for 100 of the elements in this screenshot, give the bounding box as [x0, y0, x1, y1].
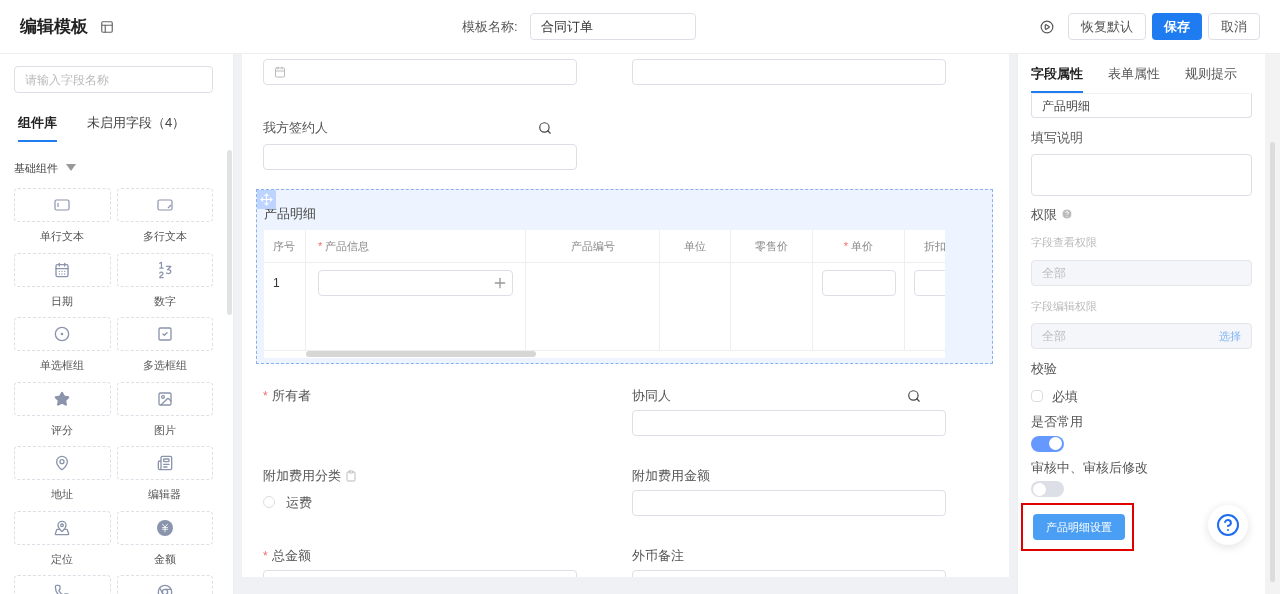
component-label: 数字 [153, 293, 176, 309]
checkbox-icon [156, 326, 173, 342]
component-tile[interactable] [116, 446, 213, 480]
page-title: 编辑模板 [20, 15, 88, 38]
sub-label: 字段查看权限 [1031, 235, 1098, 250]
field-label: 填写说明 [1031, 129, 1084, 147]
calendar-icon [274, 66, 286, 78]
property-tab[interactable]: 规则提示 [1185, 63, 1237, 93]
scrollbar[interactable] [306, 351, 536, 357]
component-label: 定位 [51, 551, 74, 567]
column-title: 零售价 [755, 238, 788, 254]
field-label: 所有者 [271, 386, 311, 405]
component-label: 多选框组 [142, 358, 187, 373]
checkbox-label: 必填 [1052, 387, 1078, 406]
date-field[interactable] [263, 59, 577, 85]
column-title: 折扣 [923, 238, 945, 254]
component-label: 单行文本 [40, 229, 85, 244]
field-label: 校验 [1031, 360, 1058, 378]
preview-icon[interactable] [1040, 19, 1054, 34]
sub-label: 字段编辑权限 [1031, 298, 1098, 314]
table-cell: 1 [273, 276, 280, 290]
template-name-label: 模板名称: [462, 17, 518, 36]
help-icon[interactable] [1216, 513, 1240, 537]
property-tab[interactable]: 表单属性 [1108, 63, 1160, 93]
move-handle-icon[interactable] [257, 189, 276, 209]
product-detail-section[interactable]: 产品明细 序号 * 产品信息 产品编号 单位 零售价 * 单价 折扣 1 [256, 188, 993, 364]
field-label: 总金额 [271, 546, 311, 565]
component-label: 编辑器 [148, 487, 182, 502]
scrollbar[interactable] [227, 150, 232, 315]
column-title: 单价 [851, 238, 874, 254]
action-button[interactable]: 恢复默认 [1068, 13, 1146, 40]
library-tab[interactable]: 未启用字段（4） [87, 113, 186, 142]
component-tile[interactable] [14, 188, 111, 222]
group-label: 基础组件 [14, 160, 58, 176]
yen-coin-icon [156, 519, 173, 536]
image-icon [156, 390, 173, 407]
field-label: 我方签约人 [263, 119, 328, 137]
field-label: 附加费用金额 [632, 466, 710, 485]
property-tab[interactable]: 字段属性 [1031, 63, 1083, 93]
action-button[interactable]: 取消 [1208, 13, 1260, 40]
search-icon[interactable] [538, 120, 552, 135]
text-field-icon [54, 199, 71, 211]
description-textarea[interactable] [1031, 153, 1252, 196]
toggle-switch[interactable] [1031, 435, 1064, 452]
input-field[interactable] [632, 59, 946, 85]
field-label: 外币备注 [632, 546, 684, 565]
component-tile[interactable] [14, 317, 111, 351]
required-mark: * [263, 547, 268, 565]
plus-icon[interactable] [492, 275, 508, 291]
input-field[interactable] [822, 270, 896, 296]
required-mark: * [843, 238, 849, 254]
save-button[interactable]: 保存 [1152, 13, 1202, 40]
component-tile[interactable] [116, 188, 213, 222]
field-label: 附加费用分类 [263, 466, 341, 485]
component-tile[interactable] [116, 252, 213, 287]
star-icon [54, 390, 71, 407]
checkbox[interactable] [1031, 390, 1043, 403]
input-field[interactable] [632, 409, 946, 436]
component-tile[interactable] [14, 381, 111, 416]
component-tile[interactable] [116, 510, 213, 545]
component-tile[interactable] [14, 510, 111, 545]
section-title: 产品明细 [264, 204, 317, 223]
editor-icon [156, 455, 173, 471]
field-value: 全部 [1042, 328, 1066, 345]
radio-icon [54, 326, 71, 342]
field-label: 权限 [1031, 205, 1057, 224]
layout-icon[interactable] [100, 19, 114, 34]
required-mark: * [263, 387, 268, 405]
component-tile[interactable] [14, 252, 111, 287]
component-tile[interactable] [116, 317, 213, 351]
search-icon[interactable] [907, 388, 921, 403]
field-label: 是否常用 [1031, 413, 1084, 431]
input-field[interactable] [263, 143, 577, 170]
component-label: 评分 [51, 422, 74, 438]
caret-icon[interactable] [66, 164, 76, 172]
text-area-icon [156, 199, 173, 211]
column-title: 产品编号 [570, 238, 615, 254]
component-label: 地址 [51, 487, 74, 502]
component-label: 金额 [153, 551, 176, 567]
calendar-icon [54, 261, 71, 278]
help-button[interactable] [1208, 505, 1248, 545]
library-tab[interactable]: 组件库 [18, 113, 57, 142]
product-picker-field[interactable] [318, 270, 513, 296]
toggle-switch[interactable] [1031, 481, 1064, 497]
radio-label: 运费 [286, 493, 312, 512]
location-icon [54, 519, 71, 536]
component-label: 日期 [51, 293, 74, 309]
column-title: 序号 [273, 238, 295, 254]
clipboard-icon[interactable] [345, 469, 357, 482]
field-label: 审核中、审核后修改 [1031, 458, 1149, 477]
column-title: 单位 [684, 238, 706, 254]
search-field[interactable]: 请输入字段名称 [14, 66, 213, 93]
component-label: 单选框组 [40, 358, 85, 373]
template-name-field[interactable]: 合同订单 [529, 13, 696, 40]
view-permission-field: 全部 [1031, 259, 1252, 286]
component-tile[interactable] [14, 446, 111, 480]
component-label: 多行文本 [142, 229, 187, 244]
component-tile[interactable] [116, 381, 213, 416]
field-name-input[interactable]: 产品明细 [1031, 94, 1252, 118]
input-field[interactable] [632, 489, 946, 516]
